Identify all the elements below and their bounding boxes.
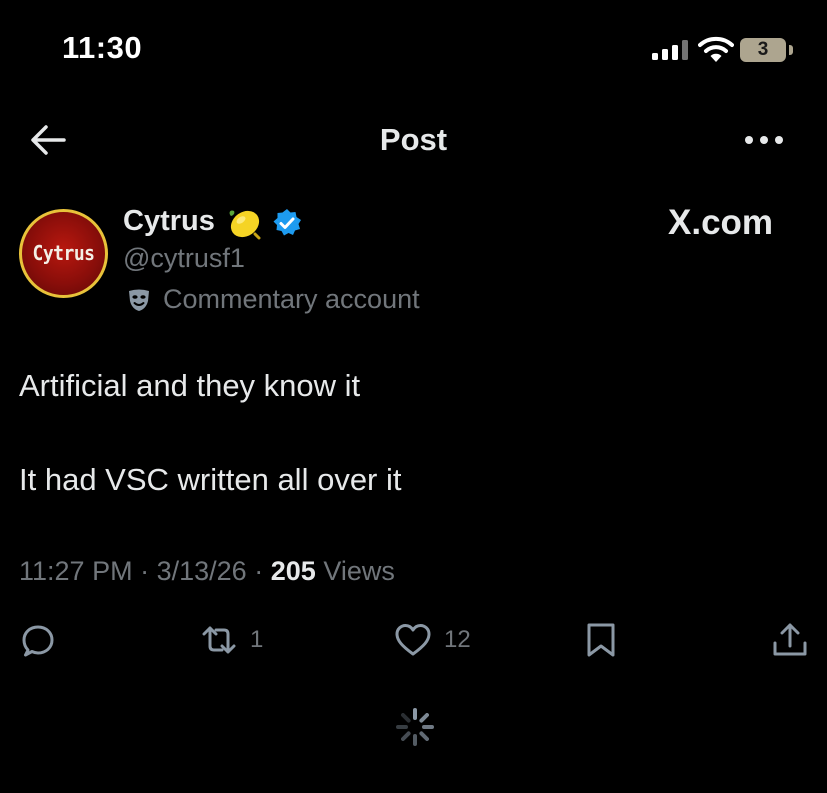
wifi-icon [698,36,734,62]
tweet-meta: 11:27 PM · 3/13/26 · 205 Views [19,556,395,587]
battery-icon: 3 [740,38,786,62]
tweet-text-line: It had VSC written all over it [19,462,402,497]
battery-level: 3 [757,39,769,60]
views-count[interactable]: 205 [271,556,316,586]
like-count: 12 [444,626,471,653]
tweet-time[interactable]: 11:27 PM [19,556,133,586]
status-time: 11:30 [62,30,143,65]
page-title: Post [379,122,448,157]
avatar-logo-text: Cytrus [32,241,95,266]
like-button[interactable]: 12 [394,620,471,660]
retweet-icon [202,626,236,654]
tweet-date[interactable]: 3/13/26 [157,556,247,586]
loading-spinner-icon [396,708,434,746]
share-icon [773,623,807,656]
bookmark-icon [587,623,615,657]
lemon-emoji-icon [229,210,261,240]
retweet-count: 1 [250,626,264,653]
meta-separator: · [140,556,150,586]
verified-badge-icon [273,209,301,236]
retweet-button[interactable]: 1 [200,620,263,660]
share-button[interactable] [771,620,809,660]
display-name[interactable]: Cytrus [123,205,215,238]
bookmark-button[interactable] [582,620,620,660]
account-label: Commentary account [163,284,420,314]
reply-button[interactable] [19,620,57,660]
battery-cap [789,45,793,55]
views-label[interactable]: Views [323,556,395,586]
more-icon[interactable] [742,125,786,155]
user-handle[interactable]: @cytrusf1 [123,243,245,274]
mask-icon [129,289,149,311]
avatar[interactable]: Cytrus [19,209,108,298]
watermark: X.com [668,203,774,242]
tweet-text-line: Artificial and they know it [19,368,361,403]
like-icon [395,624,431,656]
signal-icon [652,40,690,60]
meta-separator: · [254,556,264,586]
reply-icon [22,625,54,657]
